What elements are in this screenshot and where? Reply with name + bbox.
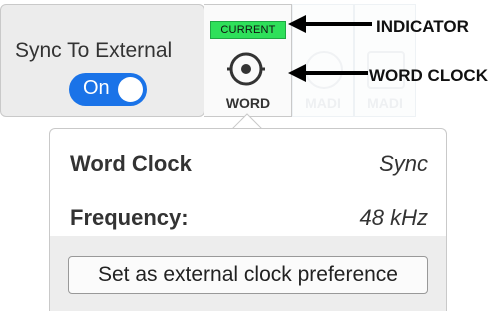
popup-footer: Set as external clock preference xyxy=(50,236,446,311)
word-clock-icon xyxy=(227,50,265,88)
word-clock-annotation: WORD CLOCK xyxy=(369,66,488,85)
word-clock-source-tile[interactable]: Current WORD xyxy=(204,4,292,117)
sync-to-external-label: Sync To External xyxy=(15,39,173,62)
word-clock-source-label: WORD xyxy=(225,95,271,111)
row-key: Word Clock xyxy=(70,151,192,176)
toggle-knob xyxy=(118,77,143,102)
set-external-clock-preference-button[interactable]: Set as external clock preference xyxy=(68,256,428,294)
popup-row-frequency: Frequency: 48 kHz xyxy=(50,195,446,239)
sync-panel: Sync To External On xyxy=(0,4,205,117)
row-key: Frequency: xyxy=(70,205,189,230)
row-value: Sync xyxy=(379,151,428,176)
indicator-annotation: INDICATOR xyxy=(376,17,469,36)
popup-row-word-clock: Word Clock Sync xyxy=(50,141,446,185)
popup-caret xyxy=(232,113,262,129)
madi-source-label-2: MADI xyxy=(367,95,403,111)
indicator-arrow xyxy=(288,15,372,33)
madi-source-label: MADI xyxy=(305,95,341,111)
toggle-state-label: On xyxy=(83,77,110,99)
current-indicator-badge: Current xyxy=(210,21,286,39)
sync-toggle[interactable]: On xyxy=(69,73,147,106)
word-clock-arrow xyxy=(288,64,368,82)
word-clock-popup: Word Clock Sync Frequency: 48 kHz Set as… xyxy=(49,128,447,311)
row-value: 48 kHz xyxy=(359,205,428,230)
